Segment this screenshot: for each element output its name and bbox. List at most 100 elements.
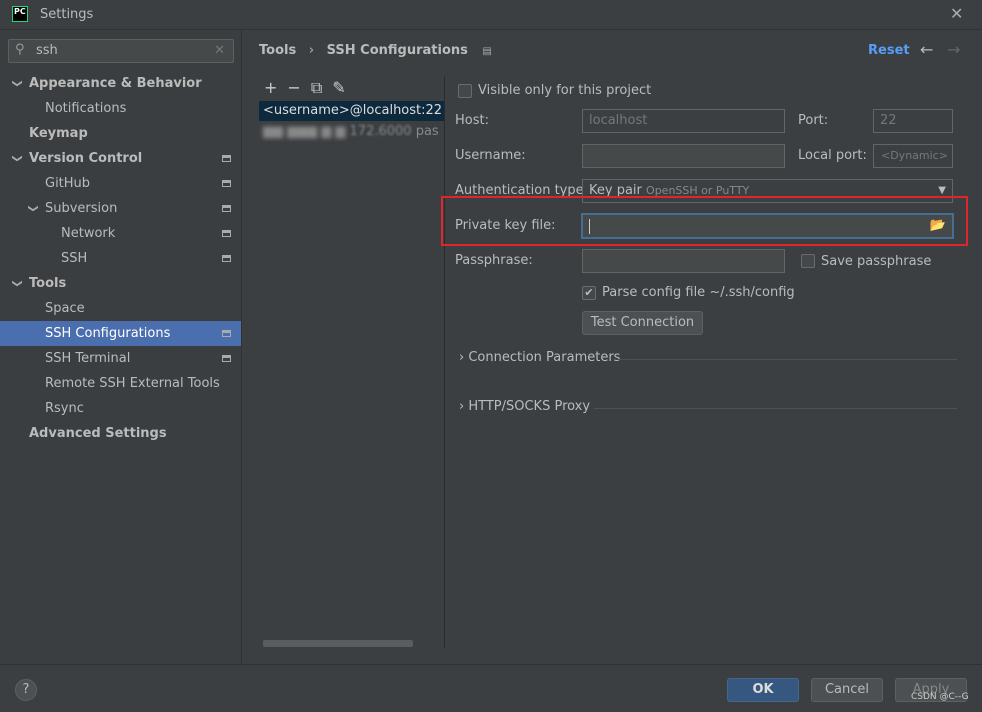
config-list-item[interactable]: ▆▆ ▆▆▆ ▆ ▆ 172.6000 pas [259,122,444,142]
sidebar-item-label: Network [61,226,116,241]
parse-config-label: Parse config file ~/.ssh/config [602,285,795,300]
back-arrow-icon[interactable]: ← [920,40,933,59]
project-scope-icon [222,155,231,162]
sidebar-item-appearance-behavior[interactable]: ❯ Appearance & Behavior [0,71,241,96]
sidebar-item-label: GitHub [45,176,91,191]
project-scope-icon [222,355,231,362]
sidebar-item-label: Advanced Settings [29,426,167,441]
test-connection-button[interactable]: Test Connection [582,311,703,335]
sidebar-item-label: Remote SSH External Tools [45,376,220,391]
private-key-label: Private key file: [455,218,556,233]
breadcrumb-current: SSH Configurations [326,43,468,58]
section-label: HTTP/SOCKS Proxy [468,399,591,414]
breadcrumb: Tools › SSH Configurations ▤ [259,43,492,58]
horizontal-scrollbar[interactable] [263,640,413,647]
blurred-host: ▆▆ ▆▆▆ ▆ ▆ [263,124,346,139]
text-cursor [589,219,590,234]
chevron-down-icon[interactable]: ❯ [21,204,46,212]
sidebar-item-advanced-settings[interactable]: Advanced Settings [0,421,241,446]
sidebar-item-label: Subversion [45,201,118,216]
passphrase-label: Passphrase: [455,253,533,268]
chevron-right-icon: › [459,399,465,414]
forward-arrow-icon[interactable]: → [947,40,960,59]
chevron-right-icon: › [308,43,315,58]
project-scope-icon [222,205,231,212]
host-input[interactable]: localhost [582,109,785,133]
divider [594,408,957,409]
search-input[interactable]: ⚲ ssh ✕ [8,39,234,63]
edit-icon[interactable]: ✎ [332,78,355,97]
sidebar-item-remote-ssh-external-tools[interactable]: Remote SSH External Tools [0,371,241,396]
username-input[interactable] [582,144,785,168]
username-label: Username: [455,148,526,163]
project-scope-icon [222,330,231,337]
port-label: Port: [798,113,829,128]
sidebar-item-rsync[interactable]: Rsync [0,396,241,421]
window-title: Settings [40,7,94,22]
section-label: Connection Parameters [468,350,621,365]
help-button[interactable]: ? [15,679,37,701]
sidebar-item-notifications[interactable]: Notifications [0,96,241,121]
sidebar-item-label: Rsync [45,401,84,416]
passphrase-input[interactable] [582,249,785,273]
search-value: ssh [36,43,58,58]
footer: ? OK Cancel Apply CSDN @C--G [0,664,982,712]
title-bar: PC Settings ✕ [0,0,982,30]
ok-button[interactable]: OK [727,678,799,702]
sidebar-item-network[interactable]: Network [0,221,241,246]
chevron-down-icon[interactable]: ❯ [5,154,30,162]
sidebar-item-label: SSH Configurations [45,326,171,341]
port-input[interactable]: 22 [873,109,953,133]
proxy-section[interactable]: › HTTP/SOCKS Proxy [459,399,590,415]
sidebar-item-label: Appearance & Behavior [29,76,202,91]
folder-icon[interactable]: 📂 [930,215,946,237]
sidebar-item-label: Space [45,301,85,316]
clear-icon[interactable]: ✕ [214,43,225,58]
sidebar-item-ssh-configurations[interactable]: SSH Configurations [0,321,241,346]
remove-icon[interactable]: − [287,78,310,97]
connection-parameters-section[interactable]: › Connection Parameters [459,350,620,366]
private-key-input[interactable]: 📂 [581,213,954,239]
project-scope-icon [222,255,231,262]
chevron-right-icon: › [459,350,465,365]
sidebar-item-version-control[interactable]: ❯ Version Control [0,146,241,171]
list-toolbar: +−⧉✎ [264,78,356,98]
copy-icon[interactable]: ⧉ [311,78,332,97]
parse-config-checkbox[interactable]: ✔ [582,286,596,300]
sidebar-item-keymap[interactable]: Keymap [0,121,241,146]
sidebar-item-label: Keymap [29,126,88,141]
chevron-down-icon[interactable]: ❯ [5,279,30,287]
reset-link[interactable]: Reset [868,43,910,58]
add-icon[interactable]: + [264,78,287,97]
sidebar: ⚲ ssh ✕ ❯ Appearance & Behavior Notificati… [0,30,242,664]
save-passphrase-label: Save passphrase [821,254,932,269]
config-name: 172.6000 [349,124,412,139]
search-icon: ⚲ [15,42,25,57]
config-list-item[interactable]: <username>@localhost:22 key [259,101,444,121]
sidebar-item-ssh-terminal[interactable]: SSH Terminal [0,346,241,371]
sidebar-item-subversion[interactable]: ❯ Subversion [0,196,241,221]
sidebar-item-label: SSH [61,251,88,266]
visible-only-checkbox[interactable] [458,84,472,98]
sidebar-item-ssh[interactable]: SSH [0,246,241,271]
sidebar-item-label: SSH Terminal [45,351,131,366]
save-passphrase-checkbox[interactable] [801,254,815,268]
host-label: Host: [455,113,489,128]
local-port-input[interactable]: <Dynamic> [873,144,953,168]
local-port-label: Local port: [798,148,867,163]
divider [444,76,445,648]
watermark: CSDN @C--G [911,692,969,702]
sidebar-item-space[interactable]: Space [0,296,241,321]
sidebar-item-tools[interactable]: ❯ Tools [0,271,241,296]
chevron-down-icon[interactable]: ❯ [5,79,30,87]
cancel-button[interactable]: Cancel [811,678,883,702]
config-name: <username>@localhost:22 [263,103,443,118]
sidebar-item-label: Version Control [29,151,143,166]
close-icon[interactable]: ✕ [950,4,963,23]
sidebar-item-label: Tools [29,276,67,291]
sidebar-item-github[interactable]: GitHub [0,171,241,196]
breadcrumb-parent: Tools [259,43,297,58]
config-type: pas [415,124,439,139]
project-scope-icon [222,180,231,187]
visible-only-label: Visible only for this project [478,83,652,98]
